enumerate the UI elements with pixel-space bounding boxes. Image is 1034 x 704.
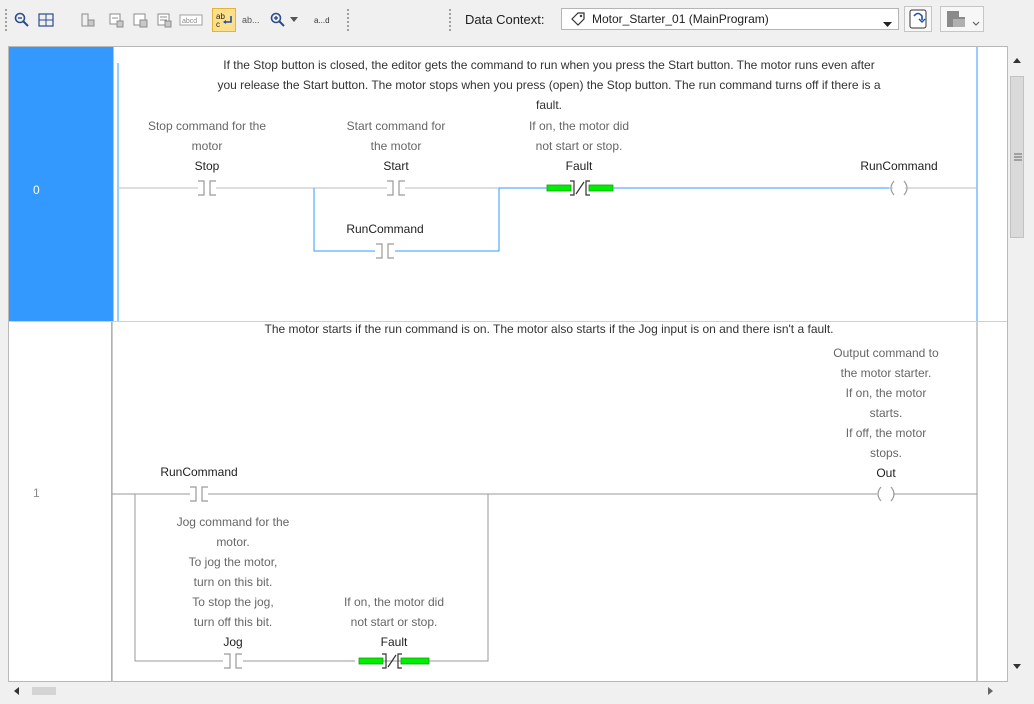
contact-tag-runcommand[interactable]: RunCommand — [160, 465, 237, 479]
scroll-left-icon[interactable] — [14, 687, 20, 695]
tag-description: not start or stop. — [351, 615, 438, 629]
toolbar: abcd ab c ab... a...d Data Context: Motor… — [0, 0, 1034, 40]
ladder-editor[interactable]: 0 1 If the Stop button is closed, the ed… — [8, 46, 1008, 682]
svg-text:a...d: a...d — [314, 16, 330, 25]
toolbar-grip[interactable] — [346, 8, 350, 32]
select-rung-icon[interactable] — [78, 10, 98, 30]
online-edit-button[interactable] — [940, 6, 984, 32]
tag-description: To jog the motor, — [189, 555, 278, 569]
show-tag-description-icon[interactable]: ab... — [240, 10, 268, 30]
coil-tag-runcommand[interactable]: RunCommand — [860, 159, 937, 173]
contact-tag-jog[interactable]: Jog — [223, 635, 242, 649]
xic-contact-runcommand[interactable] — [375, 243, 395, 259]
branch-wire[interactable] — [313, 188, 500, 252]
ladder-diagram: If the Stop button is closed, the editor… — [110, 47, 978, 681]
rung-comment-line: If the Stop button is closed, the editor… — [223, 58, 874, 72]
ote-coil-out[interactable] — [877, 486, 895, 502]
horizontal-scroll-thumb[interactable] — [32, 687, 56, 695]
vertical-scroll-thumb[interactable] — [1010, 76, 1024, 238]
svg-text:c: c — [216, 20, 220, 29]
properties-button[interactable] — [904, 6, 932, 32]
tag-description: Jog command for the — [177, 515, 290, 529]
contact-tag-stop[interactable]: Stop — [195, 159, 220, 173]
tag-description: not start or stop. — [536, 139, 623, 153]
grip-lines-icon — [1014, 153, 1022, 161]
xic-contact-start[interactable] — [387, 180, 405, 196]
tag-description: the motor starter. — [841, 366, 932, 380]
svg-text:abcd: abcd — [182, 18, 197, 25]
tag-description: Output command to — [833, 346, 939, 360]
add-branch-icon[interactable] — [130, 10, 150, 30]
toggle-text-icon[interactable]: ab c — [212, 8, 236, 32]
add-level-icon[interactable] — [154, 10, 174, 30]
contact-tag-fault[interactable]: Fault — [381, 635, 408, 649]
xic-contact-runcommand[interactable] — [190, 486, 208, 502]
tag-description: the motor — [371, 139, 422, 153]
svg-text:ab...: ab... — [242, 15, 260, 25]
tag-description: If on, the motor — [846, 386, 927, 400]
data-context-label: Data Context: — [465, 12, 545, 27]
tag-description: If on, the motor did — [344, 595, 444, 609]
tag-icon — [570, 12, 586, 29]
zoom-dropdown-icon[interactable] — [288, 10, 300, 30]
xic-contact-jog[interactable] — [223, 653, 243, 669]
tag-description: starts. — [870, 406, 903, 420]
ote-coil-runcommand[interactable] — [890, 180, 908, 196]
tag-description: turn off this bit. — [194, 615, 273, 629]
zoom-out-icon[interactable] — [12, 10, 32, 30]
add-rung-icon[interactable] — [106, 10, 126, 30]
tag-description: stops. — [870, 446, 902, 460]
horizontal-scrollbar[interactable] — [8, 682, 1008, 700]
tag-description: To stop the jog, — [192, 595, 273, 609]
abbreviate-icon[interactable]: a...d — [312, 10, 336, 30]
xic-contact-stop[interactable] — [198, 180, 216, 196]
tag-description: Stop command for the — [148, 119, 266, 133]
tag-description: If on, the motor did — [529, 119, 629, 133]
tag-description: turn on this bit. — [194, 575, 273, 589]
coil-tag-out[interactable]: Out — [876, 466, 896, 480]
rung-comment-line: you release the Start button. The motor … — [217, 78, 880, 92]
data-context-select[interactable]: Motor_Starter_01 (MainProgram) — [561, 8, 899, 30]
tag-description: motor — [192, 139, 223, 153]
vertical-scrollbar[interactable] — [1008, 46, 1026, 682]
rung-comment-line: fault. — [536, 98, 562, 112]
tag-description: Start command for — [347, 119, 446, 133]
contact-tag-start[interactable]: Start — [383, 159, 409, 173]
xio-contact-fault[interactable] — [546, 180, 614, 196]
data-context-value: Motor_Starter_01 (MainProgram) — [592, 12, 769, 26]
contact-tag-fault[interactable]: Fault — [566, 159, 593, 173]
fit-to-window-icon[interactable] — [36, 10, 56, 30]
chevron-down-icon[interactable] — [883, 17, 892, 31]
zoom-in-icon[interactable] — [268, 10, 288, 30]
tag-description: motor. — [216, 535, 249, 549]
tag-description: If off, the motor — [846, 426, 926, 440]
xio-contact-fault[interactable] — [355, 653, 430, 669]
rung-comment-line: The motor starts if the run command is o… — [264, 322, 833, 336]
contact-tag-runcommand[interactable]: RunCommand — [346, 222, 423, 236]
scroll-down-icon[interactable] — [1013, 664, 1021, 670]
toolbar-grip[interactable] — [448, 8, 452, 32]
scroll-right-icon[interactable] — [988, 687, 994, 695]
toolbar-grip[interactable] — [4, 8, 8, 32]
scroll-up-icon[interactable] — [1013, 58, 1021, 64]
add-instruction-icon[interactable]: abcd — [178, 10, 204, 30]
